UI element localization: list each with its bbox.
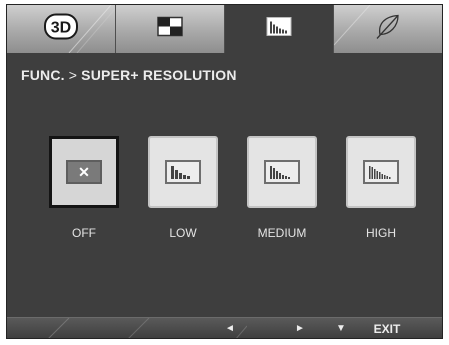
option-low-label: LOW (169, 226, 197, 240)
tab-function[interactable] (225, 5, 334, 53)
nav-right-button[interactable]: ► (287, 318, 313, 338)
exit-button[interactable]: EXIT (362, 318, 412, 338)
3d-icon: 3D (44, 13, 78, 45)
tab-picture[interactable] (116, 5, 225, 53)
function-icon (266, 17, 292, 42)
x-icon: ✕ (66, 160, 102, 184)
option-medium-label: MEDIUM (257, 226, 307, 240)
picture-icon (157, 16, 183, 42)
leaf-icon (374, 13, 402, 46)
breadcrumb: FUNC. > SUPER+ RESOLUTION (21, 67, 237, 83)
option-low-button[interactable] (148, 136, 218, 208)
gloss-decoration (48, 318, 247, 338)
medium-bars-icon (264, 160, 300, 184)
tab-strip: 3D (7, 5, 442, 53)
option-off-label: OFF (72, 226, 96, 240)
page-title: SUPER+ RESOLUTION (81, 67, 237, 83)
bottom-nav-bar: ◄ ► ▼ EXIT (7, 317, 442, 338)
3d-icon-label: 3D (51, 20, 71, 37)
nav-left-button[interactable]: ◄ (217, 318, 243, 338)
high-bars-icon (363, 160, 399, 184)
option-off-button[interactable]: ✕ (49, 136, 119, 208)
tab-3d[interactable]: 3D (7, 5, 116, 53)
tab-eco[interactable] (334, 5, 442, 53)
option-medium-button[interactable] (247, 136, 317, 208)
low-bars-icon (165, 160, 201, 184)
breadcrumb-parent: FUNC. (21, 67, 65, 83)
osd-menu: 3D FUNC. > SUPER+ RESOLUTION ✕ OFF LOW M… (6, 4, 443, 339)
breadcrumb-separator: > (68, 67, 78, 83)
option-high-label: HIGH (366, 226, 396, 240)
nav-down-button[interactable]: ▼ (328, 318, 354, 338)
option-high-button[interactable] (346, 136, 416, 208)
